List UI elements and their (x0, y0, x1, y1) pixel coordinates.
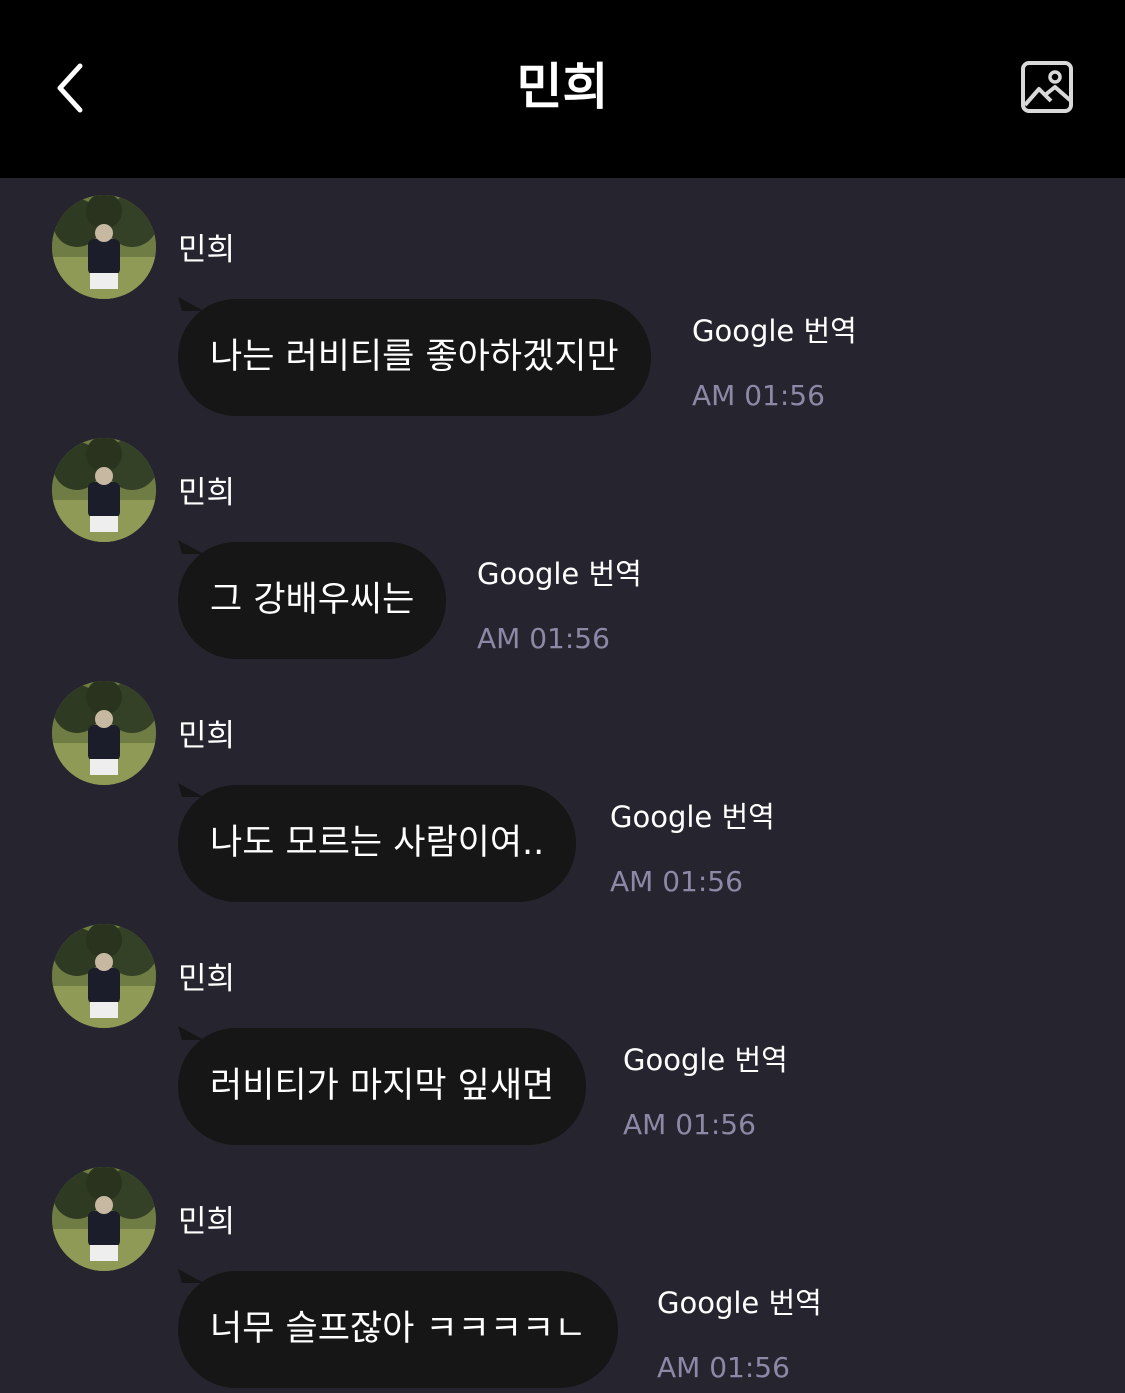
bubble-tail (178, 297, 204, 311)
message-time: AM 01:56 (610, 865, 743, 898)
message-bubble[interactable]: 나도 모르는 사람이여.. (178, 785, 577, 902)
message-time: AM 01:56 (657, 1351, 790, 1384)
message-row: 민희 그 강배우씨는 Google 번역 AM 01:56 (0, 421, 1125, 664)
avatar[interactable] (52, 924, 156, 1028)
message-bubble[interactable]: 너무 슬프잖아 ㅋㅋㅋㅋㄴ (178, 1271, 619, 1388)
message-row: 민희 러비티가 마지막 잎새면 Google 번역 AM 01:56 (0, 907, 1125, 1150)
message-time: AM 01:56 (623, 1108, 756, 1141)
message-meta: Google 번역 AM 01:56 (692, 311, 857, 414)
bubble-tail (178, 540, 204, 554)
sender-name: 민희 (178, 961, 236, 997)
chat-title: 민희 (516, 58, 609, 116)
google-translate-link[interactable]: Google 번역 (610, 797, 775, 837)
avatar[interactable] (52, 438, 156, 542)
message-time: AM 01:56 (692, 379, 825, 412)
message-meta: Google 번역 AM 01:56 (623, 1040, 788, 1143)
google-translate-link[interactable]: Google 번역 (623, 1040, 788, 1080)
message-row: 민희 나도 모르는 사람이여.. Google 번역 AM 01:56 (0, 664, 1125, 907)
message-row: 민희 너무 슬프잖아 ㅋㅋㅋㅋㄴ Google 번역 AM 01:56 (0, 1150, 1125, 1393)
sender-name: 민희 (178, 232, 236, 268)
sender-name: 민희 (178, 718, 236, 754)
google-translate-link[interactable]: Google 번역 (657, 1283, 822, 1323)
message-meta: Google 번역 AM 01:56 (610, 797, 775, 900)
message-list[interactable]: 민희 나는 러비티를 좋아하겠지만 Google 번역 AM 01:56 민희 … (0, 178, 1125, 1393)
bubble-tail (178, 783, 204, 797)
image-gallery-icon (1021, 61, 1073, 113)
google-translate-link[interactable]: Google 번역 (692, 311, 857, 351)
message-bubble[interactable]: 그 강배우씨는 (178, 542, 447, 659)
avatar-photo (52, 681, 156, 785)
message-time: AM 01:56 (477, 622, 610, 655)
message-meta: Google 번역 AM 01:56 (477, 554, 642, 657)
avatar-photo (52, 924, 156, 1028)
avatar-photo (52, 195, 156, 299)
sender-name: 민희 (178, 1204, 236, 1240)
gallery-button[interactable] (1014, 54, 1080, 120)
chat-header: 민희 (0, 0, 1125, 178)
bubble-tail (178, 1269, 204, 1283)
chat-screen: 민희 민희 나는 러비티를 좋아하겠지만 Google 번역 AM 01:56 … (0, 0, 1125, 1393)
google-translate-link[interactable]: Google 번역 (477, 554, 642, 594)
bubble-tail (178, 1026, 204, 1040)
avatar[interactable] (52, 1167, 156, 1271)
message-row: 민희 나는 러비티를 좋아하겠지만 Google 번역 AM 01:56 (0, 178, 1125, 421)
avatar[interactable] (52, 195, 156, 299)
message-bubble[interactable]: 나는 러비티를 좋아하겠지만 (178, 299, 651, 416)
avatar-photo (52, 1167, 156, 1271)
avatar[interactable] (52, 681, 156, 785)
sender-name: 민희 (178, 475, 236, 511)
avatar-photo (52, 438, 156, 542)
message-meta: Google 번역 AM 01:56 (657, 1283, 822, 1386)
message-bubble[interactable]: 러비티가 마지막 잎새면 (178, 1028, 587, 1145)
